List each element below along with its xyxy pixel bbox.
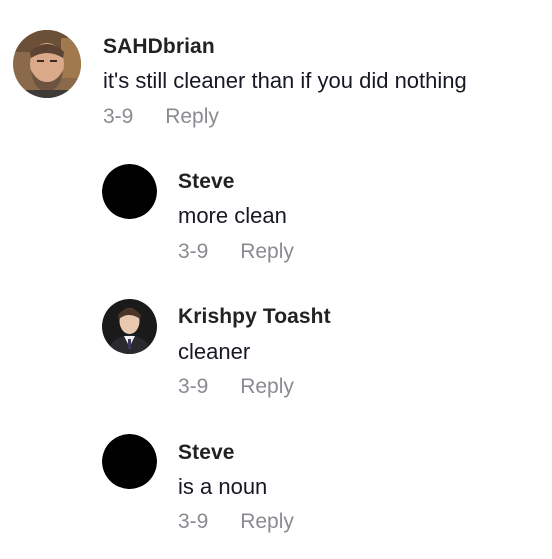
reply-button[interactable]: Reply bbox=[240, 240, 294, 264]
reply-button[interactable]: Reply bbox=[240, 375, 294, 399]
avatar[interactable] bbox=[102, 434, 157, 489]
comment-text: more clean bbox=[178, 203, 287, 228]
black-circle-avatar-icon bbox=[102, 164, 157, 219]
avatar[interactable] bbox=[13, 30, 81, 98]
comment-meta: 3-9 Reply bbox=[178, 240, 294, 264]
man-in-suit-avatar-icon bbox=[102, 299, 157, 354]
comment-meta: 3-9 Reply bbox=[178, 510, 294, 534]
comment-username[interactable]: Steve bbox=[178, 170, 235, 194]
comment-date: 3-9 bbox=[178, 510, 209, 533]
comment-username[interactable]: SAHDbrian bbox=[103, 35, 215, 59]
comment-date: 3-9 bbox=[178, 375, 209, 398]
comment-username[interactable]: Krishpy Toasht bbox=[178, 305, 331, 329]
comment-username[interactable]: Steve bbox=[178, 441, 235, 465]
avatar[interactable] bbox=[102, 299, 157, 354]
avatar[interactable] bbox=[102, 164, 157, 219]
bearded-man-avatar-icon bbox=[13, 30, 81, 98]
comment-date: 3-9 bbox=[178, 240, 209, 263]
black-circle-avatar-icon bbox=[102, 434, 157, 489]
comment-text: it's still cleaner than if you did nothi… bbox=[103, 68, 467, 93]
reply-button[interactable]: Reply bbox=[240, 510, 294, 534]
comment-text: cleaner bbox=[178, 339, 251, 364]
comment-meta: 3-9 Reply bbox=[103, 105, 219, 129]
comment-meta: 3-9 Reply bbox=[178, 375, 294, 399]
reply-button[interactable]: Reply bbox=[165, 105, 219, 129]
comment-text: is a noun bbox=[178, 474, 268, 499]
comment-date: 3-9 bbox=[103, 105, 134, 128]
